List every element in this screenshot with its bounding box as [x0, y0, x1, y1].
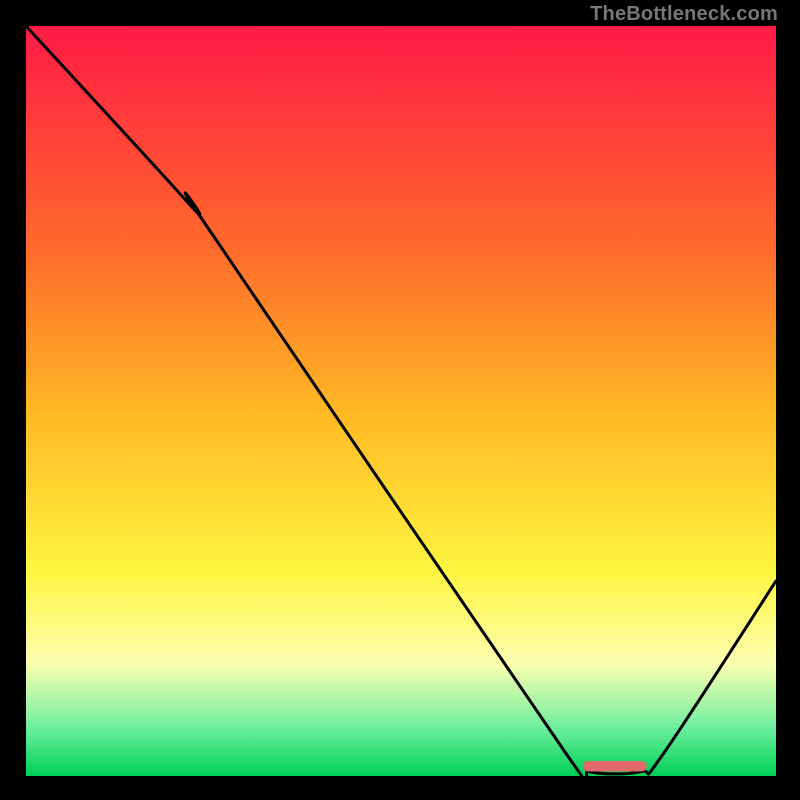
- bottleneck-chart: [26, 26, 776, 776]
- chart-frame: { "attribution": "TheBottleneck.com", "c…: [0, 0, 800, 800]
- gradient-background: [26, 26, 776, 776]
- optimal-marker: [583, 761, 647, 772]
- plot-area: [26, 26, 776, 776]
- attribution-text: TheBottleneck.com: [590, 3, 778, 26]
